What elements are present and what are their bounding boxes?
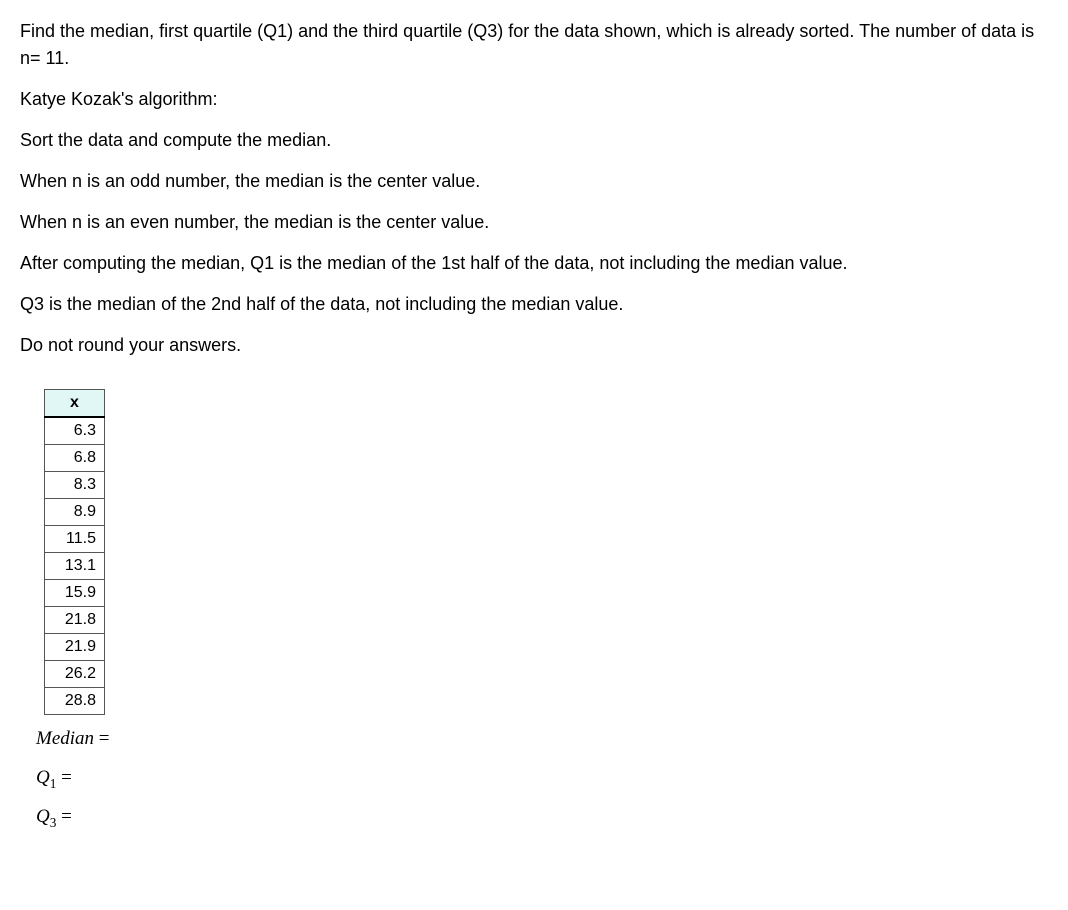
instruction-line-2: Katye Kozak's algorithm: bbox=[20, 86, 1048, 113]
table-row: 15.9 bbox=[45, 580, 105, 607]
instruction-line-6: After computing the median, Q1 is the me… bbox=[20, 250, 1048, 277]
q1-label-prefix: Q bbox=[36, 767, 50, 788]
q3-label-prefix: Q bbox=[36, 806, 50, 827]
table-cell: 13.1 bbox=[45, 553, 105, 580]
table-cell: 6.3 bbox=[45, 417, 105, 445]
instruction-line-7: Q3 is the median of the 2nd half of the … bbox=[20, 291, 1048, 318]
equals-sign: = bbox=[99, 728, 110, 749]
table-header-x: x bbox=[45, 390, 105, 418]
table-cell: 21.8 bbox=[45, 607, 105, 634]
table-body: 6.3 6.8 8.3 8.9 11.5 13.1 15.9 21.8 21.9… bbox=[45, 417, 105, 715]
table-row: 11.5 bbox=[45, 526, 105, 553]
table-row: 28.8 bbox=[45, 688, 105, 715]
equals-sign: = bbox=[61, 806, 72, 827]
table-row: 21.8 bbox=[45, 607, 105, 634]
table-cell: 15.9 bbox=[45, 580, 105, 607]
instruction-line-4: When n is an odd number, the median is t… bbox=[20, 168, 1048, 195]
instruction-line-3: Sort the data and compute the median. bbox=[20, 127, 1048, 154]
q3-answer: Q3 = bbox=[36, 803, 1048, 833]
table-row: 21.9 bbox=[45, 634, 105, 661]
equals-sign: = bbox=[61, 767, 72, 788]
data-table: x 6.3 6.8 8.3 8.9 11.5 13.1 15.9 21.8 21… bbox=[44, 389, 105, 715]
instruction-line-8: Do not round your answers. bbox=[20, 332, 1048, 359]
table-cell: 6.8 bbox=[45, 445, 105, 472]
table-cell: 8.9 bbox=[45, 499, 105, 526]
table-row: 13.1 bbox=[45, 553, 105, 580]
table-cell: 26.2 bbox=[45, 661, 105, 688]
table-cell: 21.9 bbox=[45, 634, 105, 661]
table-row: 6.3 bbox=[45, 417, 105, 445]
q1-answer: Q1 = bbox=[36, 764, 1048, 794]
table-row: 26.2 bbox=[45, 661, 105, 688]
table-cell: 28.8 bbox=[45, 688, 105, 715]
median-label: Median bbox=[36, 728, 94, 749]
table-cell: 11.5 bbox=[45, 526, 105, 553]
table-cell: 8.3 bbox=[45, 472, 105, 499]
instruction-line-5: When n is an even number, the median is … bbox=[20, 209, 1048, 236]
q1-label-index: 1 bbox=[50, 775, 57, 790]
table-row: 8.9 bbox=[45, 499, 105, 526]
median-answer: Median = bbox=[36, 725, 1048, 754]
answers-block: Median = Q1 = Q3 = bbox=[36, 725, 1048, 833]
table-row: 6.8 bbox=[45, 445, 105, 472]
q3-label-index: 3 bbox=[50, 815, 57, 830]
instruction-line-1: Find the median, first quartile (Q1) and… bbox=[20, 18, 1048, 72]
table-row: 8.3 bbox=[45, 472, 105, 499]
